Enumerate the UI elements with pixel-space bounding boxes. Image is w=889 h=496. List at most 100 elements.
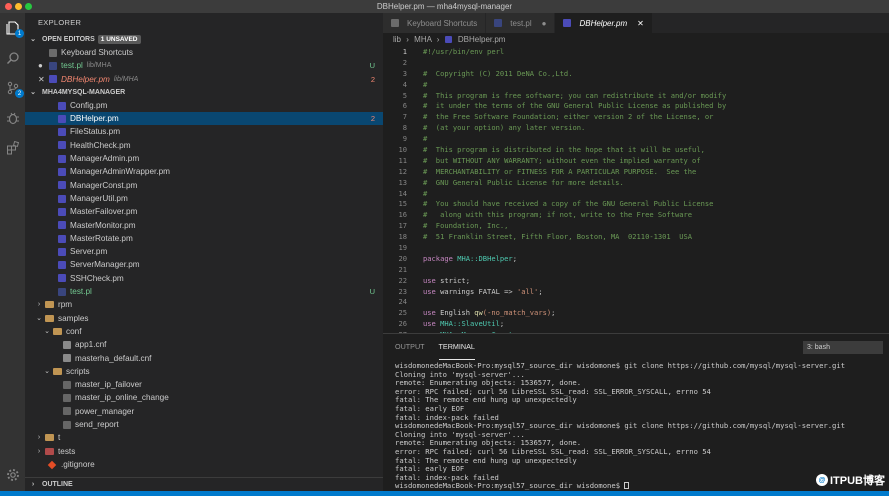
folder-open-icon (53, 367, 62, 375)
code-text: # This program is distributed in the hop… (423, 145, 705, 155)
perl-file-icon (58, 287, 66, 296)
line-number: 23 (398, 286, 407, 296)
line-number: 25 (398, 308, 407, 318)
code-text: # You should have received a copy of the… (423, 199, 714, 209)
code-text: # along with this program; if not, write… (423, 210, 693, 220)
code-line: 3 # Copyright (C) 2011 DeNA Co.,Ltd. (383, 69, 889, 80)
folder-samples[interactable]: ⌄ samples (25, 312, 383, 325)
file-send-report[interactable]: send_report (25, 418, 383, 431)
line-number: 26 (398, 319, 407, 329)
file-config-pm[interactable]: Config.pm (25, 99, 383, 112)
code-text: # MERCHANTABILITY or FITNESS FOR A PARTI… (423, 166, 697, 176)
file-masterrotate-pm[interactable]: MasterRotate.pm (25, 232, 383, 245)
terminal-line: fatal: The remote end hung up unexpected… (395, 396, 885, 405)
file-managerutil-pm[interactable]: ManagerUtil.pm (25, 192, 383, 205)
folder-icon (45, 301, 54, 309)
tab-test-pl[interactable]: test.pl ● (486, 13, 556, 33)
code-line: 6 # it under the terms of the GNU General… (383, 101, 889, 112)
file-icon (63, 380, 71, 389)
file-power-manager[interactable]: power_manager (25, 405, 383, 418)
chevron-down-icon: ⌄ (36, 314, 42, 322)
open-editor-keyboard-shortcuts[interactable]: Keyboard Shortcuts (25, 46, 383, 59)
code-line: 15 # You should have received a copy of t… (383, 199, 889, 210)
line-number: 18 (398, 232, 407, 242)
tab-keyboard-shortcuts[interactable]: Keyboard Shortcuts (383, 13, 487, 33)
folder-scripts[interactable]: ⌄ scripts (25, 365, 383, 378)
folder-conf[interactable]: ⌄ conf (25, 325, 383, 338)
file-masterfailover-pm[interactable]: MasterFailover.pm (25, 205, 383, 218)
file-test-pl[interactable]: test.pl U (25, 285, 383, 298)
file-master-ip-failover[interactable]: master_ip_failover (25, 378, 383, 391)
perl-module-icon (444, 36, 452, 43)
file-mastermonitor-pm[interactable]: MasterMonitor.pm (25, 219, 383, 232)
perl-file-icon (494, 19, 503, 27)
line-number: 15 (398, 199, 407, 209)
settings-gear-icon[interactable] (4, 466, 21, 483)
line-number: 21 (398, 264, 407, 274)
outline-header[interactable]: › OUTLINE (25, 477, 383, 490)
file-app1-cnf[interactable]: app1.cnf (25, 338, 383, 351)
code-line: 10 # This program is distributed in the h… (383, 145, 889, 156)
editor-tabs: Keyboard Shortcuts test.pl ● DBHelper.pm… (383, 13, 889, 33)
minimize-window-button[interactable] (15, 3, 22, 10)
line-number: 19 (398, 243, 407, 253)
file-master-ip-online-change[interactable]: master_ip_online_change (25, 391, 383, 404)
unsaved-dot-icon[interactable]: ● (542, 19, 547, 28)
tab-terminal[interactable]: TERMINAL (438, 334, 475, 360)
file-manageradmin-pm[interactable]: ManagerAdmin.pm (25, 152, 383, 165)
source-control-icon[interactable]: 2 (4, 79, 24, 98)
maximize-window-button[interactable] (25, 3, 32, 10)
chevron-right-icon: › (37, 434, 41, 442)
file-sshcheck-pm[interactable]: SSHCheck.pm (25, 272, 383, 285)
code-text: package MHA::DBHelper; (423, 253, 517, 263)
terminal-line: wisdomonedeMacBook-Pro:mysql57_source_di… (395, 482, 885, 491)
folder-t[interactable]: › t (25, 431, 383, 444)
code-text: # This program is free software; you can… (423, 90, 727, 100)
open-editor-dbhelper[interactable]: ✕ DBHelper.pm lib/MHA 2 (25, 73, 383, 86)
file-gitignore[interactable]: .gitignore (25, 458, 383, 471)
folder-rpm[interactable]: › rpm (25, 298, 383, 311)
search-icon[interactable] (4, 49, 21, 66)
close-window-button[interactable] (5, 3, 12, 10)
file-servermanager-pm[interactable]: ServerManager.pm (25, 258, 383, 271)
code-editor[interactable]: 1 #!/usr/bin/env perl 2 3 # Copyright (C) 20… (383, 47, 889, 333)
scm-badge: 2 (15, 89, 24, 98)
tab-output[interactable]: OUTPUT (395, 334, 425, 360)
open-editor-test-pl[interactable]: ● test.pl lib/MHA U (25, 59, 383, 72)
code-text: use strict; (423, 275, 470, 285)
open-editors-header[interactable]: ⌄ OPEN EDITORS 1 UNSAVED (25, 33, 383, 46)
line-number: 12 (398, 166, 407, 176)
breadcrumb-item[interactable]: lib (393, 35, 401, 44)
explorer-icon[interactable]: 1 (4, 19, 24, 38)
line-number: 6 (402, 101, 407, 111)
line-number: 3 (402, 68, 407, 78)
terminal-output[interactable]: wisdomonedeMacBook-Pro:mysql57_source_di… (395, 361, 885, 491)
close-icon[interactable]: ✕ (637, 19, 644, 28)
file-manageradminwrapper-pm[interactable]: ManagerAdminWrapper.pm (25, 165, 383, 178)
breadcrumb-item[interactable]: MHA (414, 35, 431, 44)
extensions-icon[interactable] (4, 139, 21, 156)
file-masterha-default-cnf[interactable]: masterha_default.cnf (25, 352, 383, 365)
line-number: 7 (402, 112, 407, 122)
line-number: 16 (398, 210, 407, 220)
tab-dbhelper-pm[interactable]: DBHelper.pm ✕ (555, 13, 653, 33)
terminal-select[interactable]: 3: bash (803, 341, 883, 354)
debug-icon[interactable] (4, 109, 21, 126)
perl-module-icon (58, 181, 66, 190)
file-dbhelper-pm[interactable]: DBHelper.pm 2 (25, 112, 383, 126)
code-line: 22 use strict; (383, 276, 889, 287)
file-server-pm[interactable]: Server.pm (25, 245, 383, 258)
project-header[interactable]: ⌄ MHA4MYSQL-MANAGER (25, 86, 383, 99)
folder-open-icon (45, 314, 54, 322)
line-number: 4 (402, 79, 407, 89)
test-folder-icon (45, 447, 54, 455)
file-filestatus-pm[interactable]: FileStatus.pm (25, 125, 383, 138)
file-managerconst-pm[interactable]: ManagerConst.pm (25, 179, 383, 192)
file-healthcheck-pm[interactable]: HealthCheck.pm (25, 139, 383, 152)
breadcrumb: lib › MHA › DBHelper.pm (383, 33, 889, 47)
folder-tests[interactable]: › tests (25, 445, 383, 458)
close-icon[interactable]: ✕ (38, 73, 49, 86)
git-icon (47, 460, 57, 469)
chevron-right-icon: › (37, 301, 41, 309)
breadcrumb-item[interactable]: DBHelper.pm (458, 35, 506, 44)
